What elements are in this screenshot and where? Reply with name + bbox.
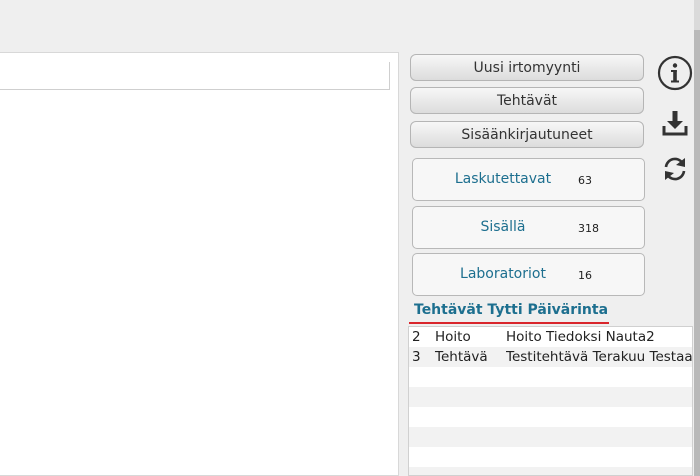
main-header-field[interactable] [0,62,390,90]
task-description: Hoito Tiedoksi Nauta2 [506,329,655,345]
task-number: 3 [412,349,421,365]
task-row-empty [409,367,692,387]
new-sale-button[interactable]: Uusi irtomyynti [410,54,644,81]
inside-stat-button[interactable]: Sisällä 318 [412,206,645,249]
main-content-panel [0,52,399,476]
task-row[interactable]: 2 Hoito Hoito Tiedoksi Nauta2 [409,327,692,347]
task-number: 2 [412,329,421,345]
stat-label: Laskutettavat [454,171,552,187]
task-list[interactable]: 2 Hoito Hoito Tiedoksi Nauta2 3 Tehtävä … [408,326,693,476]
task-type: Tehtävä [435,349,488,365]
refresh-icon[interactable] [656,150,694,188]
tasks-heading-underline [409,322,609,324]
stat-count: 63 [578,174,592,187]
scrollbar-thumb[interactable] [694,30,700,476]
download-icon[interactable] [656,104,694,142]
task-row-empty [409,387,692,407]
tasks-button[interactable]: Tehtävät [410,87,644,114]
task-type: Hoito [435,329,471,345]
stat-label: Sisällä [480,219,526,235]
stat-label: Laboratoriot [460,266,546,282]
task-description: Testitehtävä Terakuu Testaa [506,349,692,365]
stat-count: 16 [578,269,592,282]
billable-stat-button[interactable]: Laskutettavat 63 [412,158,645,201]
tasks-heading: Tehtävät Tytti Päivärinta [414,302,609,318]
task-row-empty [409,407,692,427]
info-icon[interactable] [656,54,694,92]
stat-count: 318 [578,222,599,235]
task-row-empty [409,427,692,447]
task-row[interactable]: 3 Tehtävä Testitehtävä Terakuu Testaa [409,347,692,367]
laboratories-stat-button[interactable]: Laboratoriot 16 [412,253,645,296]
page-scrollbar[interactable] [694,0,700,476]
task-row-empty [409,447,692,467]
task-row-empty [409,467,692,475]
logged-in-button[interactable]: Sisäänkirjautuneet [410,121,644,148]
